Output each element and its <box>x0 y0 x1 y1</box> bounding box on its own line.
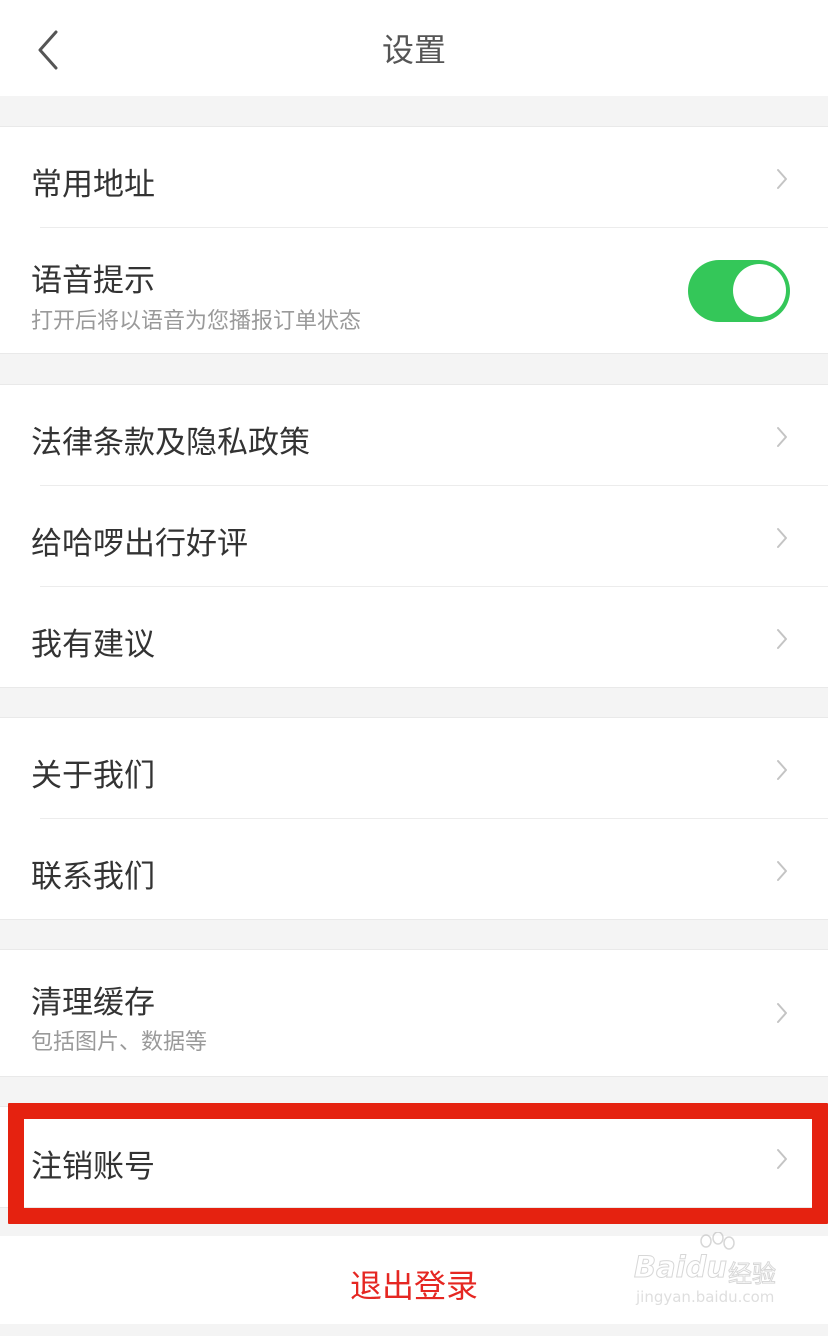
row-subtitle: 包括图片、数据等 <box>31 1030 208 1055</box>
row-contact-us[interactable]: 联系我们 <box>0 819 828 919</box>
row-common-address[interactable]: 常用地址 <box>0 127 828 227</box>
row-feedback[interactable]: 我有建议 <box>0 587 828 687</box>
page-title: 设置 <box>381 31 446 69</box>
chevron-right-icon <box>777 1149 787 1169</box>
chevron-right-icon <box>777 427 787 447</box>
settings-group-info: 法律条款及隐私政策 给哈啰出行好评 我有建议 <box>0 384 828 688</box>
chevron-right-icon <box>777 861 787 881</box>
row-legal-privacy[interactable]: 法律条款及隐私政策 <box>0 385 828 485</box>
settings-group-cache: 清理缓存 包括图片、数据等 <box>0 949 828 1077</box>
settings-group-account: 注销账号 <box>0 1106 828 1208</box>
row-deactivate-account[interactable]: 注销账号 <box>0 1107 828 1207</box>
chevron-right-icon <box>777 1003 787 1023</box>
nav-bar: 设置 <box>0 0 828 96</box>
row-subtitle: 打开后将以语音为您播报订单状态 <box>31 309 362 334</box>
row-label: 关于我们 <box>31 758 155 794</box>
row-label: 给哈啰出行好评 <box>31 526 248 562</box>
row-label: 我有建议 <box>31 627 155 663</box>
voice-prompt-toggle[interactable] <box>688 260 790 322</box>
row-clear-cache[interactable]: 清理缓存 包括图片、数据等 <box>0 950 828 1076</box>
row-rate-app[interactable]: 给哈啰出行好评 <box>0 486 828 586</box>
row-label: 清理缓存 <box>31 985 155 1021</box>
row-label: 语音提示 <box>31 263 155 299</box>
chevron-right-icon <box>777 629 787 649</box>
row-label: 注销账号 <box>31 1149 155 1185</box>
toggle-knob <box>733 264 786 317</box>
settings-group-about: 关于我们 联系我们 <box>0 717 828 920</box>
chevron-right-icon <box>777 169 787 189</box>
row-label: 常用地址 <box>31 167 155 203</box>
row-about-us[interactable]: 关于我们 <box>0 718 828 818</box>
logout-button[interactable]: 退出登录 <box>0 1236 828 1324</box>
logout-label: 退出登录 <box>349 1267 478 1305</box>
settings-group-general: 常用地址 语音提示 打开后将以语音为您播报订单状态 <box>0 126 828 354</box>
chevron-right-icon <box>777 528 787 548</box>
row-label: 法律条款及隐私政策 <box>31 425 310 461</box>
chevron-right-icon <box>777 760 787 780</box>
row-label: 联系我们 <box>31 859 155 895</box>
